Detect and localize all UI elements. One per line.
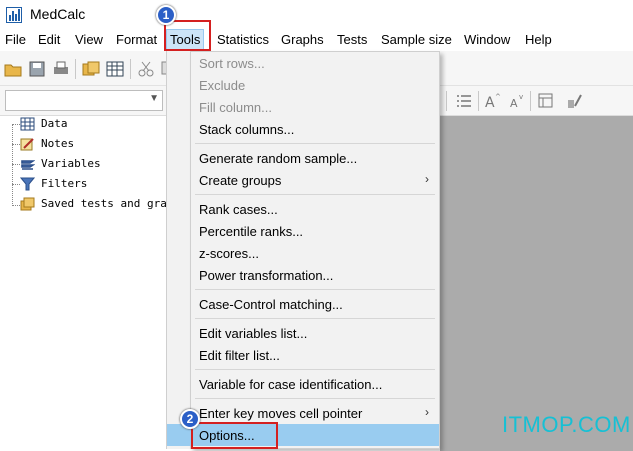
list-icon[interactable] [455, 92, 473, 110]
step-1-badge: 1 [156, 5, 176, 25]
menu-item-rank-cases[interactable]: Rank cases... [191, 198, 439, 220]
filter-icon [20, 177, 35, 191]
menu-item-exclude[interactable]: Exclude [191, 74, 439, 96]
svg-text:A: A [485, 95, 495, 110]
menu-statistics[interactable]: Statistics [217, 32, 269, 47]
svg-text:v: v [519, 93, 523, 101]
tree-connector [12, 124, 13, 206]
tools-highlight-box [164, 20, 211, 51]
variables-icon [21, 160, 35, 170]
font-combo[interactable]: ▼ [5, 90, 163, 111]
menu-format[interactable]: Format [116, 32, 157, 47]
menu-item-case-control-matching[interactable]: Case-Control matching... [191, 293, 439, 315]
menu-item-generate-random-sample[interactable]: Generate random sample... [191, 147, 439, 169]
menu-item-create-groups[interactable]: Create groups › [191, 169, 439, 191]
menu-item-z-scores[interactable]: z-scores... [191, 242, 439, 264]
watermark: ITMOP.COM [502, 412, 631, 437]
options-highlight-box [191, 422, 278, 449]
menu-item-percentile-ranks[interactable]: Percentile ranks... [191, 220, 439, 242]
menu-item-fill-column[interactable]: Fill column... [191, 96, 439, 118]
save-icon[interactable] [28, 60, 46, 78]
notes-icon [20, 138, 34, 151]
step-2-badge: 2 [180, 409, 200, 429]
menu-bar: File Edit View Format Tools Statistics G… [0, 29, 633, 51]
submenu-arrow-icon: › [425, 405, 429, 419]
mdi-workspace [440, 116, 633, 451]
menu-graphs[interactable]: Graphs [281, 32, 324, 47]
medcalc-app-icon [6, 7, 22, 23]
folder-icon [20, 197, 35, 211]
menu-item-edit-filter-list[interactable]: Edit filter list... [191, 344, 439, 366]
window-title: MedCalc [30, 6, 86, 22]
tools-wrench-icon[interactable] [566, 92, 584, 110]
menu-edit[interactable]: Edit [38, 32, 60, 47]
menu-view[interactable]: View [75, 32, 103, 47]
title-bar: MedCalc [0, 0, 633, 29]
menu-window[interactable]: Window [464, 32, 510, 47]
menu-item-power-transformation[interactable]: Power transformation... [191, 264, 439, 286]
format-table-icon[interactable] [537, 92, 555, 110]
chevron-down-icon: ▼ [149, 93, 159, 104]
menu-sample-size[interactable]: Sample size [381, 32, 452, 47]
decrease-font-icon[interactable]: Av [508, 92, 526, 110]
spreadsheet-icon[interactable] [106, 60, 124, 78]
menu-item-variable-case-identification[interactable]: Variable for case identification... [191, 373, 439, 395]
cut-icon[interactable] [137, 60, 155, 78]
menu-tests[interactable]: Tests [337, 32, 367, 47]
open-folder-icon[interactable] [4, 60, 22, 78]
tools-menu: Sort rows... Exclude Fill column... Stac… [167, 51, 440, 449]
menu-item-edit-variables-list[interactable]: Edit variables list... [191, 322, 439, 344]
submenu-arrow-icon: › [425, 172, 429, 186]
svg-text:A: A [510, 97, 518, 110]
print-icon[interactable] [52, 60, 70, 78]
svg-text:^: ^ [495, 93, 501, 101]
data-grid-icon [20, 117, 35, 131]
copy-folder-icon[interactable] [82, 60, 100, 78]
menu-item-sort-rows[interactable]: Sort rows... [191, 52, 439, 74]
menu-file[interactable]: File [5, 32, 26, 47]
menu-item-enter-key-moves[interactable]: Enter key moves cell pointer › [191, 402, 439, 424]
menu-icon-gutter [166, 51, 190, 449]
menu-help[interactable]: Help [525, 32, 552, 47]
menu-item-stack-columns[interactable]: Stack columns... [191, 118, 439, 140]
increase-font-icon[interactable]: A ^ [484, 92, 502, 110]
